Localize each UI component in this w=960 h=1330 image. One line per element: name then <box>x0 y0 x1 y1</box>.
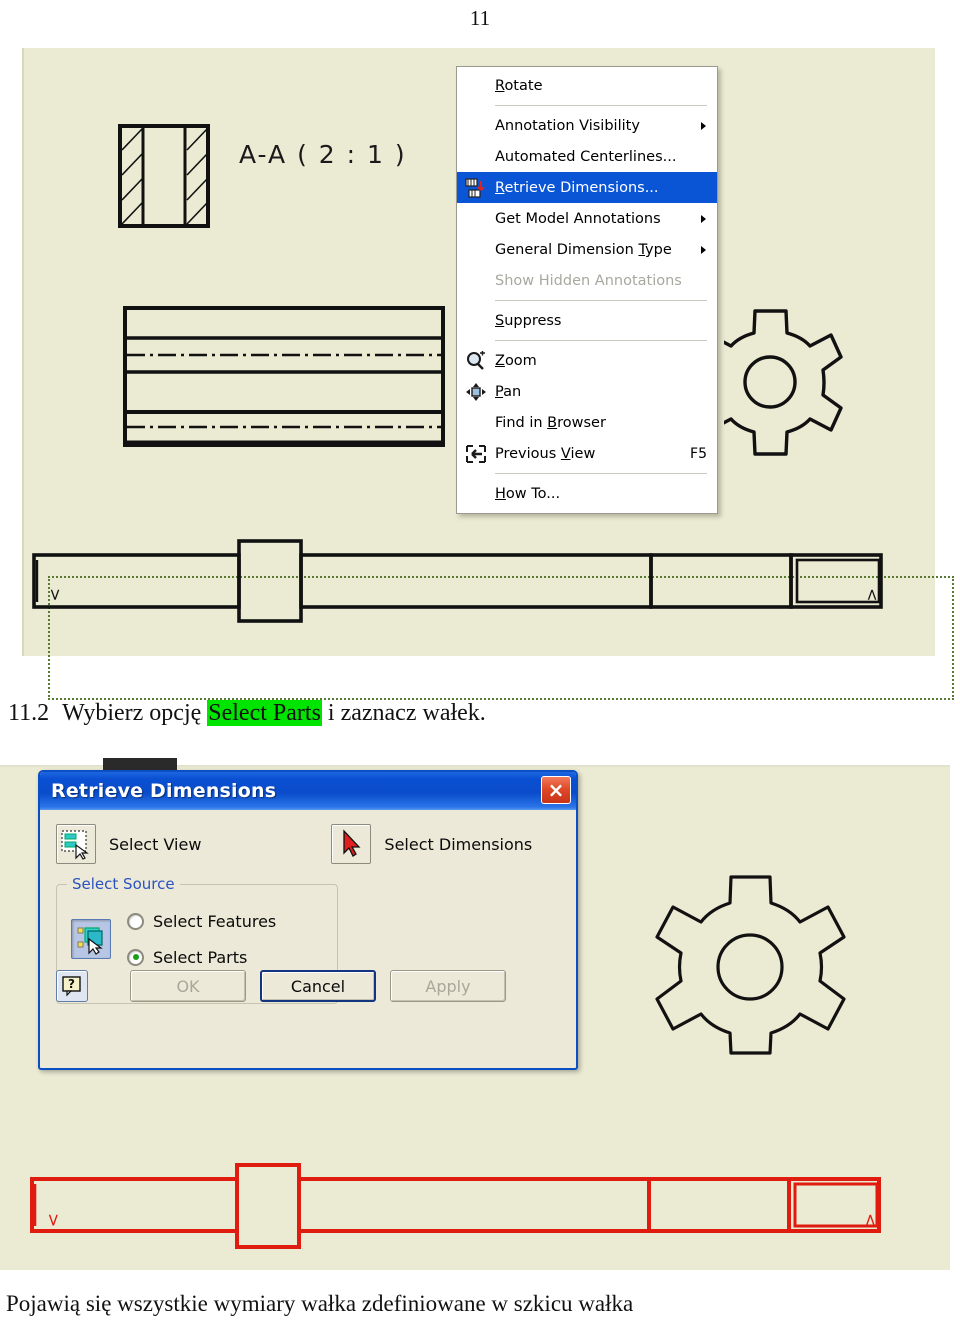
menu-item-label: Find in Browser <box>495 414 606 431</box>
submenu-arrow-icon <box>701 214 706 223</box>
menu-item-zoom[interactable]: Zoom <box>457 345 717 376</box>
shaft-right-marker: < <box>860 1213 880 1227</box>
shaft-view-top[interactable]: > < <box>24 525 914 630</box>
page-number: 11 <box>469 6 491 30</box>
submenu-arrow-icon <box>701 245 706 254</box>
caption-highlight: Select Parts <box>207 700 322 726</box>
menu-item-label: Rotate <box>495 77 543 94</box>
menu-item-label: Get Model Annotations <box>495 210 661 227</box>
select-view-label: Select View <box>109 834 202 854</box>
shaft-section-view <box>123 306 445 447</box>
radio-icon[interactable] <box>127 912 144 930</box>
cancel-button[interactable]: Cancel <box>260 970 376 1002</box>
menu-item-general-dimension-type[interactable]: General Dimension Type <box>457 234 717 265</box>
shaft-right-marker: < <box>863 588 882 601</box>
menu-item-label: Automated Centerlines... <box>495 148 677 165</box>
section-view-label: A-A ( 2 : 1 ) <box>239 140 407 169</box>
menu-item-label: Zoom <box>495 352 537 369</box>
select-dimensions-icon <box>343 829 361 857</box>
gear-view-top <box>724 309 843 456</box>
caption-footer: Pojawią się wszystkie wymiary wałka zdef… <box>6 1291 634 1316</box>
menu-item-label: Annotation Visibility <box>495 117 640 134</box>
retrieve-dimensions-dialog[interactable]: Retrieve Dimensions × Select View Select… <box>38 770 578 1070</box>
menu-separator <box>495 105 707 106</box>
dialog-pick-row: Select View Select Dimensions <box>56 824 560 864</box>
menu-item-pan[interactable]: Pan <box>457 376 717 407</box>
select-source-options: Select Features Select Parts <box>127 903 276 975</box>
menu-separator <box>495 340 707 341</box>
select-dimensions-control[interactable]: Select Dimensions <box>331 824 532 864</box>
select-view-button[interactable] <box>56 824 96 864</box>
step-number: 11.2 <box>8 700 50 726</box>
menu-item-suppress[interactable]: Suppress <box>457 305 717 336</box>
pan-icon <box>465 382 487 402</box>
menu-item-label: Previous View <box>495 445 596 462</box>
menu-separator <box>495 473 707 474</box>
menu-item-find-in-browser[interactable]: Find in Browser <box>457 407 717 438</box>
shaft-view-selected[interactable]: > < <box>22 1147 912 1262</box>
section-view-hatched <box>118 124 210 228</box>
dialog-titlebar[interactable]: Retrieve Dimensions × <box>40 772 576 810</box>
radio-label: Select Parts <box>153 947 248 967</box>
previous-view-icon <box>465 444 487 464</box>
menu-item-retrieve-dimensions[interactable]: Retrieve Dimensions... <box>457 172 717 203</box>
select-source-icon <box>77 927 103 955</box>
caption-step: 11.2 Wybierz opcję Select Parts i zaznacz… <box>8 700 486 727</box>
dialog-footer: ? OK Cancel Apply <box>56 970 560 1002</box>
menu-item-label: Show Hidden Annotations <box>495 272 682 289</box>
menu-item-shortcut: F5 <box>690 445 707 462</box>
zoom-icon <box>465 350 487 371</box>
menu-item-get-model-annotations[interactable]: Get Model Annotations <box>457 203 717 234</box>
submenu-arrow-icon <box>701 121 706 130</box>
select-dimensions-button[interactable] <box>331 824 372 864</box>
menu-separator <box>495 300 707 301</box>
menu-item-automated-centerlines[interactable]: Automated Centerlines... <box>457 141 717 172</box>
select-source-button[interactable] <box>71 919 111 959</box>
radio-label: Select Features <box>153 911 277 931</box>
select-view-control[interactable]: Select View <box>56 824 201 864</box>
menu-item-label: Pan <box>495 383 522 400</box>
caption-text-post: i zaznacz wałek. <box>321 700 486 726</box>
menu-item-label: General Dimension Type <box>495 241 672 258</box>
menu-item-rotate[interactable]: Rotate <box>457 70 717 101</box>
menu-item-previous-view[interactable]: Previous View F5 <box>457 438 717 469</box>
dialog-title: Retrieve Dimensions <box>51 780 277 802</box>
caption-text-pre: Wybierz opcję <box>62 700 208 726</box>
radio-icon[interactable] <box>127 948 144 966</box>
select-view-icon <box>61 830 89 860</box>
retrieve-dimensions-icon <box>465 177 487 198</box>
help-icon: ? <box>62 976 81 997</box>
apply-button: Apply <box>390 970 506 1002</box>
select-dimensions-label: Select Dimensions <box>384 834 533 854</box>
help-button[interactable]: ? <box>56 970 88 1002</box>
menu-item-how-to[interactable]: How To... <box>457 478 717 509</box>
close-icon[interactable]: × <box>541 776 571 804</box>
window-tab-stub <box>103 758 177 770</box>
menu-item-label: How To... <box>495 485 561 502</box>
context-menu[interactable]: Rotate Annotation Visibility Automated C… <box>456 66 718 514</box>
shaft-left-marker: > <box>46 588 65 601</box>
menu-item-label: Retrieve Dimensions... <box>495 179 659 196</box>
menu-item-label: Suppress <box>495 312 562 329</box>
menu-item-show-hidden-annotations: Show Hidden Annotations <box>457 265 717 296</box>
menu-item-annotation-visibility[interactable]: Annotation Visibility <box>457 110 717 141</box>
dialog-body: Select View Select Dimensions Select Sou… <box>40 810 576 1014</box>
svg-text:?: ? <box>68 977 75 991</box>
radio-select-features[interactable]: Select Features <box>127 903 276 939</box>
shaft-left-marker: > <box>43 1213 63 1227</box>
gear-view-bottom <box>655 875 846 1055</box>
ok-button: OK <box>130 970 246 1002</box>
select-source-label: Select Source <box>67 875 180 893</box>
